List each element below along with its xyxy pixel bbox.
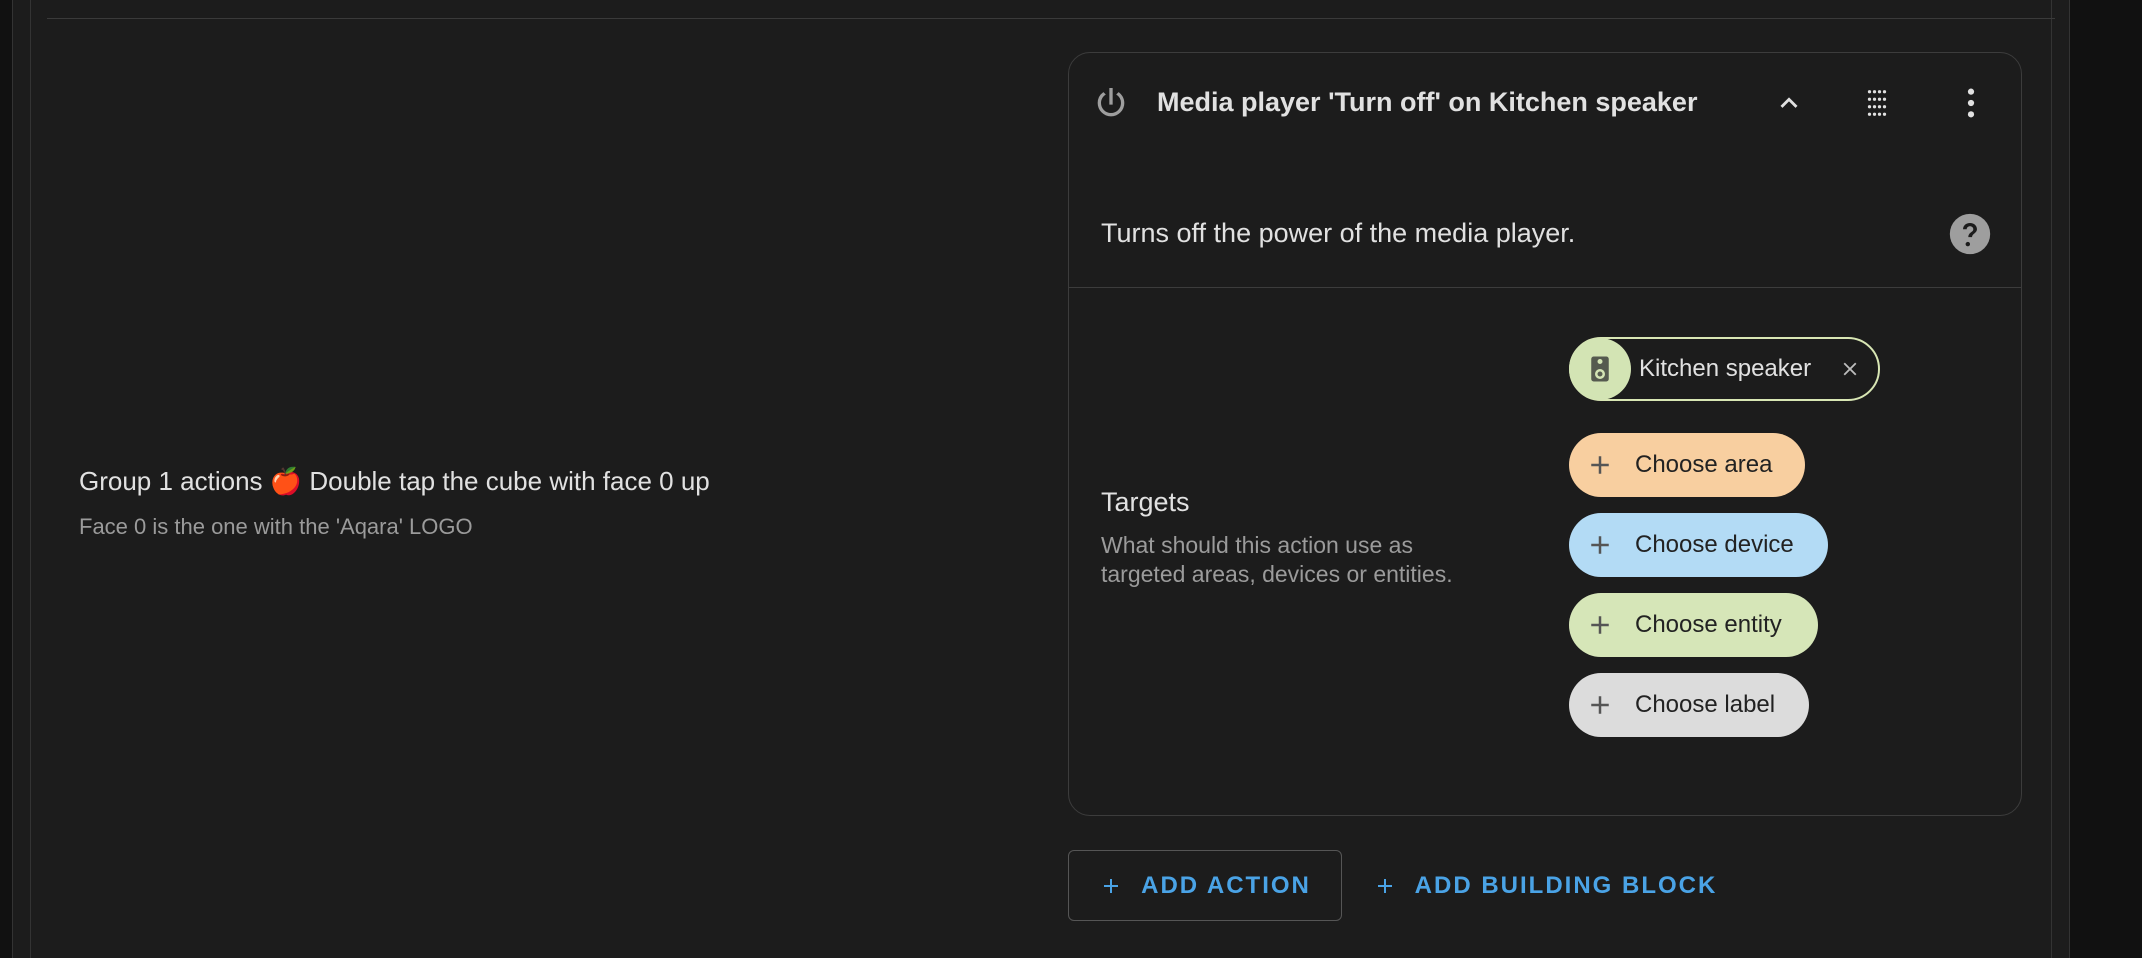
choose-area-button[interactable]: Choose area (1569, 433, 1805, 497)
targets-title: Targets (1101, 487, 1190, 517)
action-card: Media player 'Turn off' on Kitchen speak… (1068, 52, 2022, 816)
plus-icon (1591, 616, 1609, 634)
action-card-header[interactable]: Media player 'Turn off' on Kitchen speak… (1069, 53, 2021, 153)
selected-target-name: Kitchen speaker (1639, 355, 1812, 382)
group-title: Group 1 actions 🍎 Double tap the cube wi… (79, 466, 710, 496)
drag-grid-icon (1867, 90, 1887, 116)
card-divider (1069, 287, 2021, 288)
plus-icon (1104, 878, 1119, 893)
add-building-block-button[interactable]: ADD BUILDING BLOCK (1365, 850, 1725, 921)
action-title: Media player 'Turn off' on Kitchen speak… (1157, 87, 1698, 117)
add-action-button[interactable]: ADD ACTION (1068, 850, 1342, 921)
plus-icon (1591, 456, 1609, 474)
choose-label-button[interactable]: Choose label (1569, 673, 1809, 737)
selected-target-chip[interactable]: Kitchen speaker (1569, 337, 1880, 401)
choose-device-button[interactable]: Choose device (1569, 513, 1828, 577)
choose-label-label: Choose label (1635, 691, 1776, 718)
speaker-icon (1591, 356, 1609, 382)
entity-avatar (1569, 338, 1631, 400)
drag-handle[interactable] (1851, 77, 1903, 129)
choose-area-label: Choose area (1635, 451, 1773, 478)
chevron-up-icon (1780, 97, 1798, 108)
group-subtitle: Face 0 is the one with the 'Aqara' LOGO (79, 514, 473, 539)
overflow-menu-button[interactable] (1945, 77, 1997, 129)
targets-description: What should this action use as targeted … (1101, 532, 1453, 587)
top-divider (47, 18, 2055, 19)
close-icon (1843, 362, 1857, 376)
choose-device-label: Choose device (1635, 531, 1794, 558)
help-icon[interactable] (1948, 212, 1992, 256)
plus-icon (1591, 696, 1609, 714)
choose-entity-button[interactable]: Choose entity (1569, 593, 1818, 657)
plus-icon (1377, 878, 1392, 893)
plus-icon (1591, 536, 1609, 554)
add-building-block-label: ADD BUILDING BLOCK (1414, 871, 1718, 899)
action-description: Turns off the power of the media player. (1101, 218, 1576, 248)
power-icon (1097, 88, 1125, 117)
collapse-button[interactable] (1763, 77, 1815, 129)
add-action-label: ADD ACTION (1141, 871, 1311, 899)
remove-target-button[interactable] (1836, 355, 1864, 383)
dots-vertical-icon (1967, 88, 1975, 118)
choose-entity-label: Choose entity (1635, 611, 1782, 638)
